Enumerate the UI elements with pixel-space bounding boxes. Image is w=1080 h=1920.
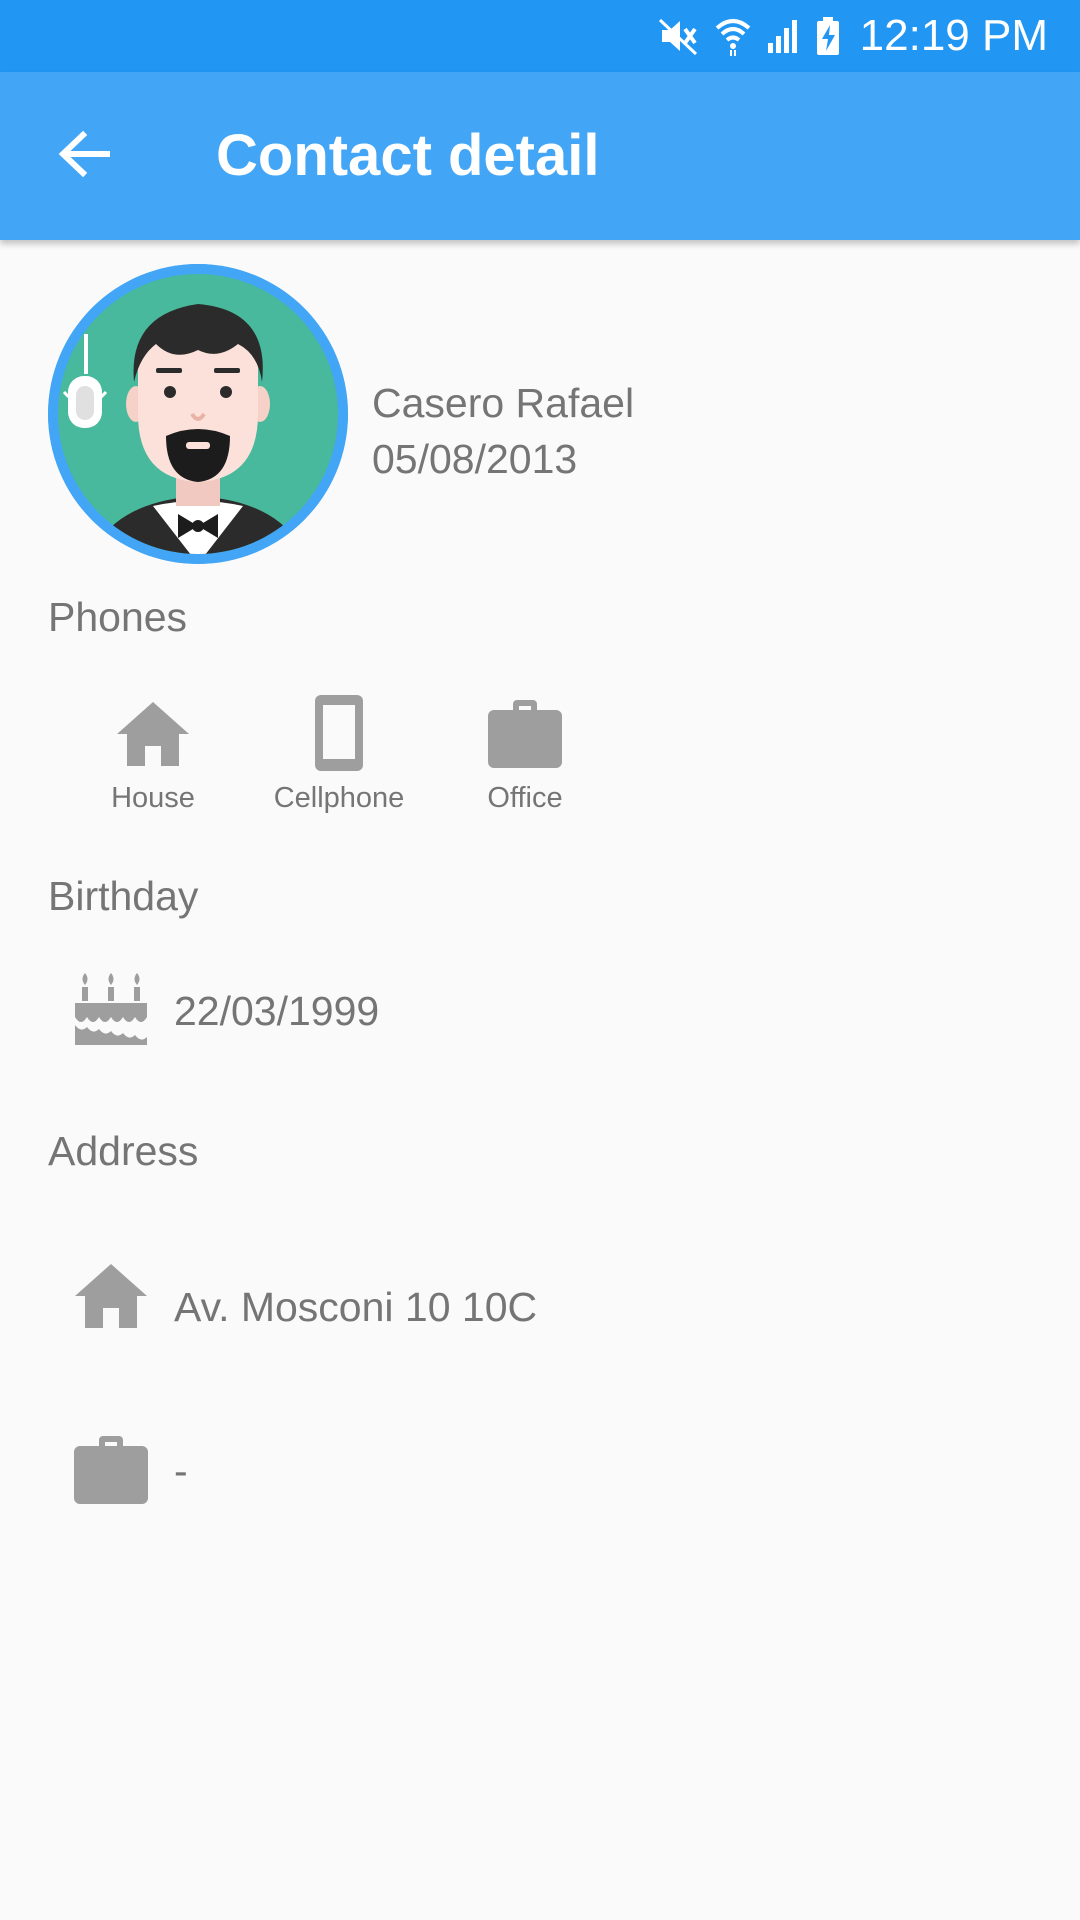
contact-date: 05/08/2013 xyxy=(372,436,578,482)
address-work-row-icon xyxy=(68,1428,154,1514)
mute-icon xyxy=(658,16,700,56)
app-bar: Contact detail xyxy=(0,72,1080,240)
status-time: 12:19 PM xyxy=(859,11,1048,60)
phones-section-title: Phones xyxy=(48,594,188,640)
address-work-value[interactable]: - xyxy=(174,1448,188,1495)
page-title: Contact detail xyxy=(216,123,600,188)
smartphone-icon xyxy=(313,693,365,778)
birthday-value: 22/03/1999 xyxy=(174,988,380,1034)
phone-office-label: Office xyxy=(487,782,563,814)
battery-charging-icon xyxy=(816,16,840,56)
phone-cellphone-button[interactable]: Cellphone xyxy=(264,690,414,820)
contact-name: Casero Rafael xyxy=(372,380,635,426)
address-home-row-icon xyxy=(68,1254,154,1340)
briefcase-icon xyxy=(72,1432,150,1511)
signal-icon xyxy=(766,17,802,55)
avatar xyxy=(48,264,348,564)
home-icon xyxy=(71,1260,151,1335)
phone-cellphone-label: Cellphone xyxy=(273,782,405,814)
cake-icon xyxy=(71,969,151,1054)
arrow-back-icon xyxy=(57,130,111,183)
birthday-row-icon xyxy=(68,968,154,1054)
address-home-value[interactable]: Av. Mosconi 10 10C xyxy=(174,1284,537,1331)
phone-house-label: House xyxy=(111,782,195,814)
home-icon xyxy=(113,698,193,773)
back-button[interactable] xyxy=(44,116,124,196)
phone-house-button[interactable]: House xyxy=(78,690,228,820)
briefcase-icon xyxy=(486,696,564,775)
phone-office-button[interactable]: Office xyxy=(450,690,600,820)
address-section-title: Address xyxy=(48,1128,199,1174)
wifi-icon xyxy=(714,16,752,56)
status-bar: 12:19 PM xyxy=(0,0,1080,72)
birthday-section-title: Birthday xyxy=(48,873,199,919)
